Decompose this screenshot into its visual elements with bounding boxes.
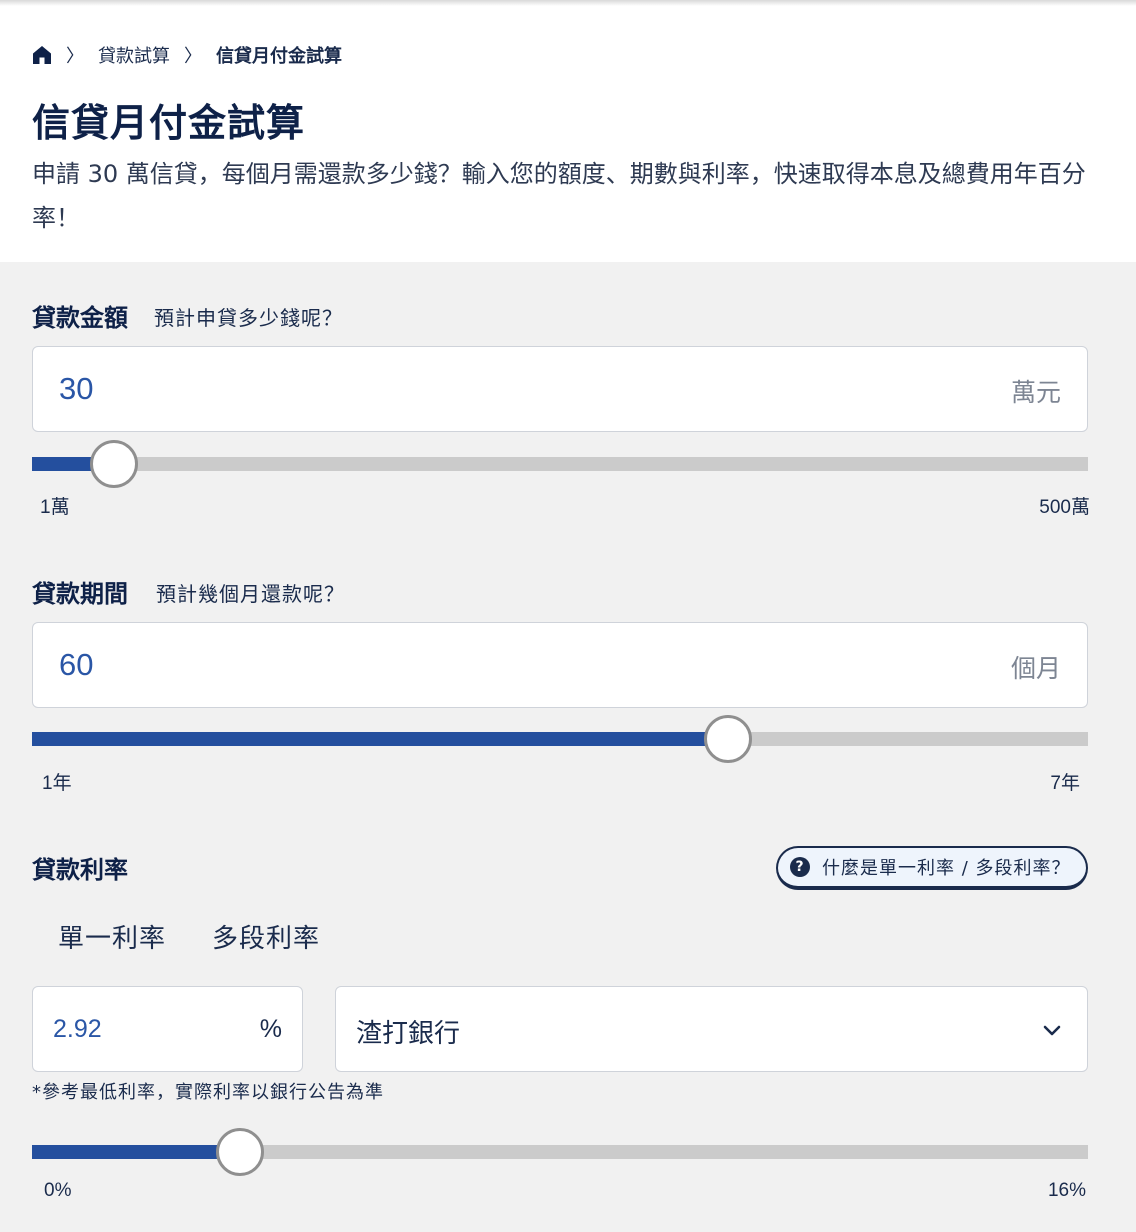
- rate-input-value[interactable]: 2.92: [53, 1015, 102, 1044]
- breadcrumb-item-loan-calculator[interactable]: 貸款試算: [98, 42, 170, 68]
- amount-max-label: 500萬: [1039, 497, 1090, 518]
- period-max-label: 7年: [1050, 773, 1080, 794]
- rate-help-button[interactable]: ? 什麼是單一利率 / 多段利率？: [776, 846, 1088, 890]
- period-slider-track[interactable]: [32, 732, 1088, 746]
- page-header: 〉 貸款試算 〉 信貸月付金試算 信貸月付金試算 申請 30 萬信貸，每個月需還…: [0, 0, 1136, 262]
- period-hint: 預計幾個月還款呢？: [156, 582, 345, 606]
- page-intro: 申請 30 萬信貸，每個月需還款多少錢？輸入您的額度、期數與利率，快速取得本息及…: [32, 160, 1086, 232]
- rate-slider-track[interactable]: [32, 1145, 1088, 1159]
- rate-min-label: 0%: [44, 1180, 72, 1201]
- period-unit: 個月: [1010, 654, 1061, 683]
- question-circle-icon: ?: [790, 857, 810, 877]
- rate-label: 貸款利率: [32, 856, 128, 884]
- chevron-down-icon[interactable]: [1041, 1019, 1063, 1041]
- rate-help-label: 什麼是單一利率 / 多段利率？: [822, 858, 1071, 879]
- breadcrumb-separator: 〉: [66, 46, 84, 67]
- tab-multi-rate[interactable]: 多段利率: [212, 918, 320, 955]
- rate-input[interactable]: 2.92 %: [32, 986, 303, 1072]
- bank-select-value: 渣打銀行: [356, 1019, 461, 1049]
- amount-label: 貸款金額: [32, 304, 128, 332]
- breadcrumb: 〉 貸款試算 〉 信貸月付金試算: [32, 42, 342, 68]
- period-slider-fill: [32, 732, 728, 746]
- amount-input[interactable]: 30 萬元: [32, 346, 1088, 432]
- rate-note: *參考最低利率，實際利率以銀行公告為準: [32, 1082, 384, 1103]
- bank-select[interactable]: 渣打銀行: [335, 986, 1088, 1072]
- top-shadow: [0, 0, 1136, 6]
- period-label: 貸款期間: [32, 580, 128, 608]
- rate-slider-fill: [32, 1145, 241, 1159]
- amount-min-label: 1萬: [40, 497, 70, 518]
- tab-single-rate[interactable]: 單一利率: [58, 918, 166, 955]
- period-slider-thumb[interactable]: [703, 715, 752, 763]
- amount-input-value[interactable]: 30: [59, 371, 93, 407]
- page-title: 信貸月付金試算: [32, 101, 306, 145]
- amount-hint: 預計申貸多少錢呢？: [154, 306, 343, 330]
- rate-unit: %: [259, 1015, 282, 1043]
- rate-slider-thumb[interactable]: [216, 1128, 265, 1176]
- amount-unit: 萬元: [1010, 378, 1061, 407]
- period-input-value[interactable]: 60: [59, 647, 93, 683]
- amount-slider-track[interactable]: [32, 457, 1088, 471]
- period-min-label: 1年: [42, 773, 72, 794]
- breadcrumb-item-current: 信貸月付金試算: [216, 46, 342, 67]
- home-icon[interactable]: [32, 45, 52, 65]
- rate-max-label: 16%: [1047, 1180, 1086, 1201]
- period-input[interactable]: 60 個月: [32, 622, 1088, 708]
- breadcrumb-separator: 〉: [184, 46, 202, 67]
